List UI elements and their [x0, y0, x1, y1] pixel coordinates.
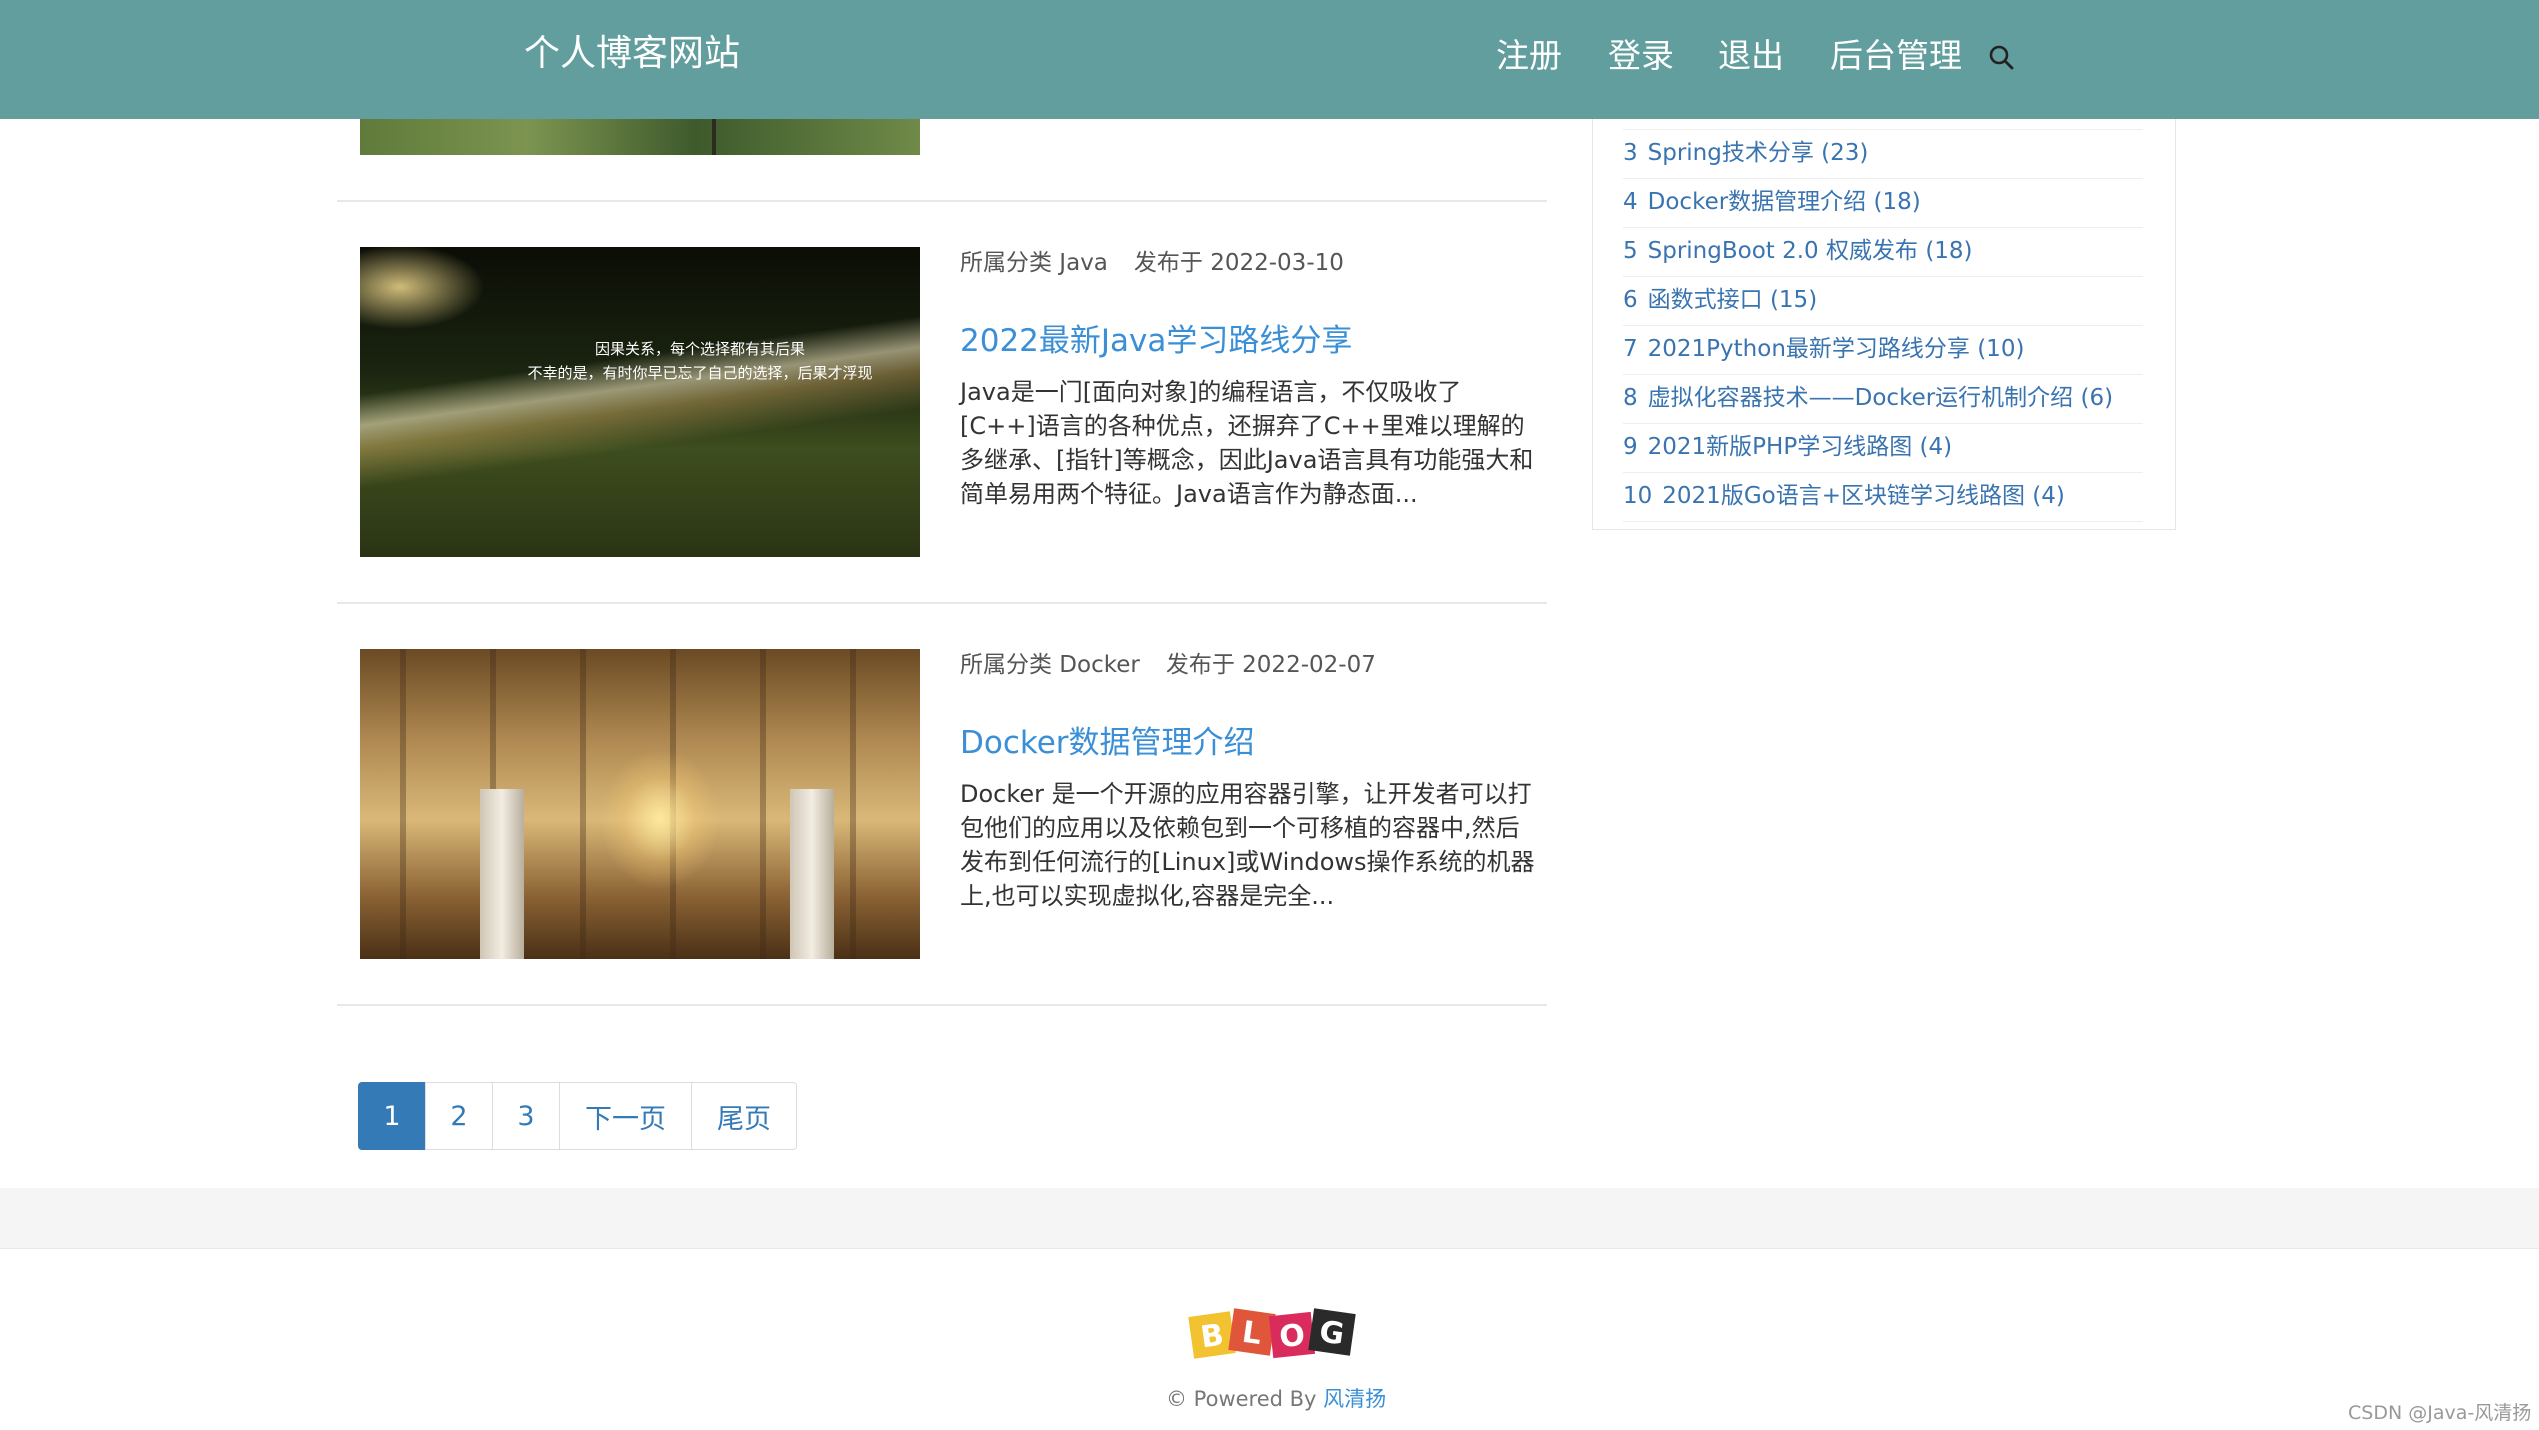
- csdn-watermark: CSDN @Java-风清扬: [2348, 1402, 2532, 1424]
- list-item[interactable]: 10 2021版Go语言+区块链学习线路图 (4): [1623, 473, 2143, 522]
- logo-letter-g: G: [1317, 1314, 1346, 1352]
- thumbnail-caption: 因果关系，每个选择都有其后果 不幸的是，有时你早已忘了自己的选择，后果才浮现: [527, 340, 873, 382]
- article-title-link[interactable]: 2022最新Java学习路线分享: [960, 319, 1352, 363]
- nav-register-link[interactable]: 注册: [1496, 32, 1562, 80]
- nav-login-link[interactable]: 登录: [1608, 32, 1674, 80]
- article-card: 所属分类 Docker 发布于 2022-02-07 Docker数据管理介绍 D…: [360, 649, 1550, 959]
- page-3-button[interactable]: 3: [492, 1082, 560, 1150]
- blog-logo: B L O G: [1188, 1308, 1356, 1359]
- pagination: 1 2 3 下一页 尾页: [358, 1082, 797, 1150]
- next-page-button[interactable]: 下一页: [559, 1082, 692, 1150]
- list-item[interactable]: 3 Spring技术分享 (23): [1623, 130, 2143, 179]
- article-divider: [337, 602, 1547, 604]
- search-icon[interactable]: [1988, 44, 2014, 70]
- pillar-shape: [790, 789, 834, 959]
- article-divider: [337, 200, 1547, 202]
- article-date: 发布于 2022-02-07: [1165, 652, 1376, 678]
- list-item[interactable]: 9 2021新版PHP学习线路图 (4): [1623, 424, 2143, 473]
- list-item[interactable]: 7 2021Python最新学习路线分享 (10): [1623, 326, 2143, 375]
- logo-letter-o: O: [1278, 1318, 1307, 1355]
- last-page-button[interactable]: 尾页: [691, 1082, 797, 1150]
- article-title-link[interactable]: Docker数据管理介绍: [960, 721, 1255, 765]
- copyright-text: © Powered By 风清扬: [1166, 1387, 1387, 1411]
- previous-article-thumbnail[interactable]: [360, 119, 920, 155]
- article-card: 因果关系，每个选择都有其后果 不幸的是，有时你早已忘了自己的选择，后果才浮现 所…: [360, 247, 1550, 557]
- article-excerpt: Java是一门[面向对象]的编程语言，不仅吸收了[C++]语言的各种优点，还摒弃…: [960, 378, 1534, 508]
- page-1-button[interactable]: 1: [358, 1082, 426, 1150]
- popular-articles-panel: 3 Spring技术分享 (23) 4 Docker数据管理介绍 (18) 5 Spr…: [1592, 119, 2176, 530]
- article-divider: [337, 1004, 1547, 1006]
- logo-letter-b: B: [1198, 1318, 1226, 1356]
- article-thumbnail[interactable]: [360, 649, 920, 959]
- author-link[interactable]: 风清扬: [1323, 1387, 1386, 1411]
- footer-band: [0, 1188, 2539, 1249]
- article-date: 发布于 2022-03-10: [1133, 250, 1344, 276]
- site-brand[interactable]: 个人博客网站: [524, 30, 740, 78]
- article-category: 所属分类 Docker: [960, 652, 1140, 678]
- list-item[interactable]: 5 SpringBoot 2.0 权威发布 (18): [1623, 228, 2143, 277]
- article-meta: 所属分类 Java 发布于 2022-03-10: [960, 247, 1370, 279]
- article-excerpt: Docker 是一个开源的应用容器引擎，让开发者可以打包他们的应用以及依赖包到一…: [960, 780, 1535, 910]
- page-2-button[interactable]: 2: [425, 1082, 493, 1150]
- pillar-shape: [480, 789, 524, 959]
- article-thumbnail[interactable]: 因果关系，每个选择都有其后果 不幸的是，有时你早已忘了自己的选择，后果才浮现: [360, 247, 920, 557]
- list-item[interactable]: 8 虚拟化容器技术——Docker运行机制介绍 (6): [1623, 375, 2143, 424]
- article-meta: 所属分类 Docker 发布于 2022-02-07: [960, 649, 1402, 681]
- article-category: 所属分类 Java: [960, 250, 1108, 276]
- list-item[interactable]: 4 Docker数据管理介绍 (18): [1623, 179, 2143, 228]
- list-item[interactable]: 6 函数式接口 (15): [1623, 277, 2143, 326]
- nav-admin-link[interactable]: 后台管理: [1830, 32, 1962, 80]
- top-navbar: 个人博客网站 注册 登录 退出 后台管理: [0, 0, 2539, 119]
- nav-logout-link[interactable]: 退出: [1718, 32, 1784, 80]
